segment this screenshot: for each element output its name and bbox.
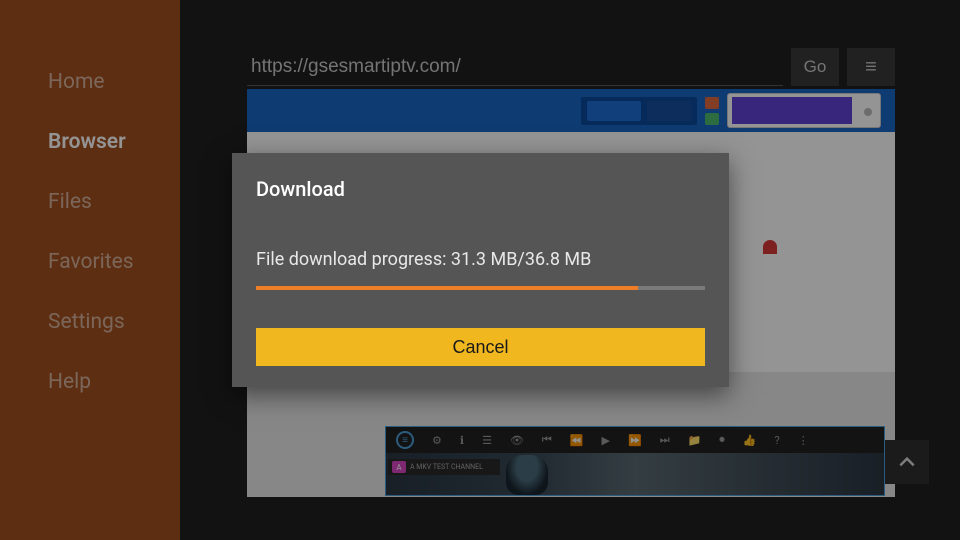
download-dialog: Download File download progress: 31.3 MB… — [232, 153, 729, 387]
progress-bar-fill — [256, 286, 638, 290]
cancel-button[interactable]: Cancel — [256, 328, 705, 366]
download-progress-text: File download progress: 31.3 MB/36.8 MB — [256, 249, 705, 270]
progress-bar — [256, 286, 705, 290]
dialog-title: Download — [256, 177, 705, 201]
